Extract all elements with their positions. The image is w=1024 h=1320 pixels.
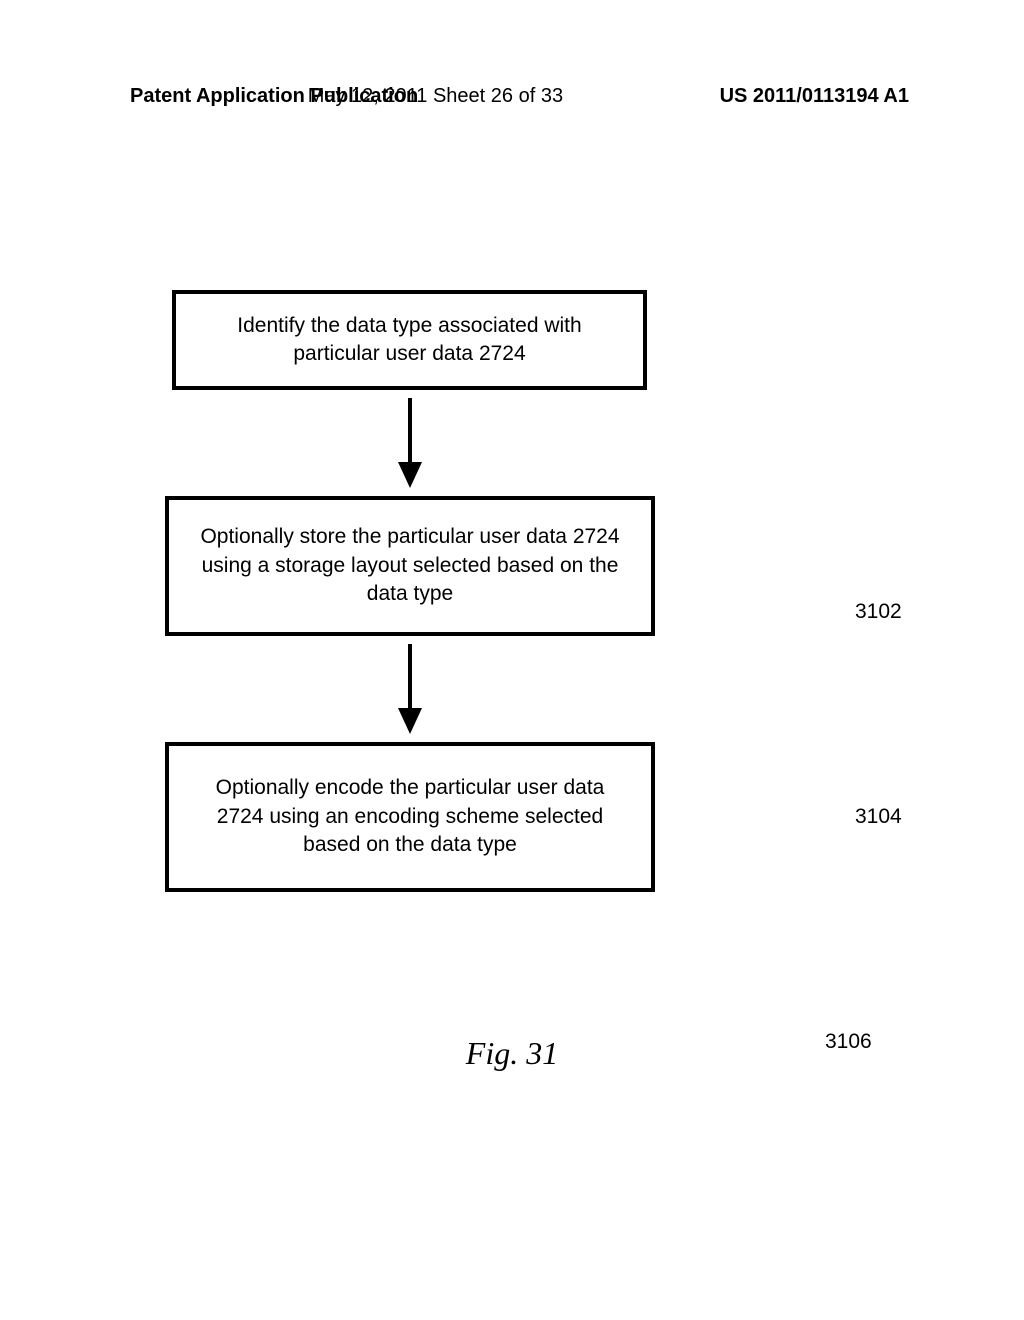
header-patent-number: US 2011/0113194 A1: [720, 85, 909, 108]
down-arrow-icon: [396, 398, 424, 488]
page-header: Patent Application Publication May 12, 2…: [0, 85, 1024, 108]
flowchart-step-2: Optionally store the particular user dat…: [165, 496, 655, 636]
step-1-ref: 3102: [855, 600, 902, 624]
flowchart-step-3: Optionally encode the particular user da…: [165, 742, 655, 892]
step-2-text: Optionally store the particular user dat…: [199, 523, 621, 608]
arrow-2: [165, 636, 655, 742]
arrow-1: [165, 390, 655, 496]
down-arrow-icon: [396, 644, 424, 734]
step-1-text: Identify the data type associated with p…: [206, 312, 613, 369]
flowchart-step-1: Identify the data type associated with p…: [172, 290, 647, 390]
figure-caption: Fig. 31: [0, 1035, 1024, 1072]
header-date-sheet: May 12, 2011 Sheet 26 of 33: [308, 85, 563, 108]
flowchart-diagram: Identify the data type associated with p…: [165, 290, 765, 892]
step-3-text: Optionally encode the particular user da…: [199, 774, 621, 859]
step-2-ref: 3104: [855, 805, 902, 829]
